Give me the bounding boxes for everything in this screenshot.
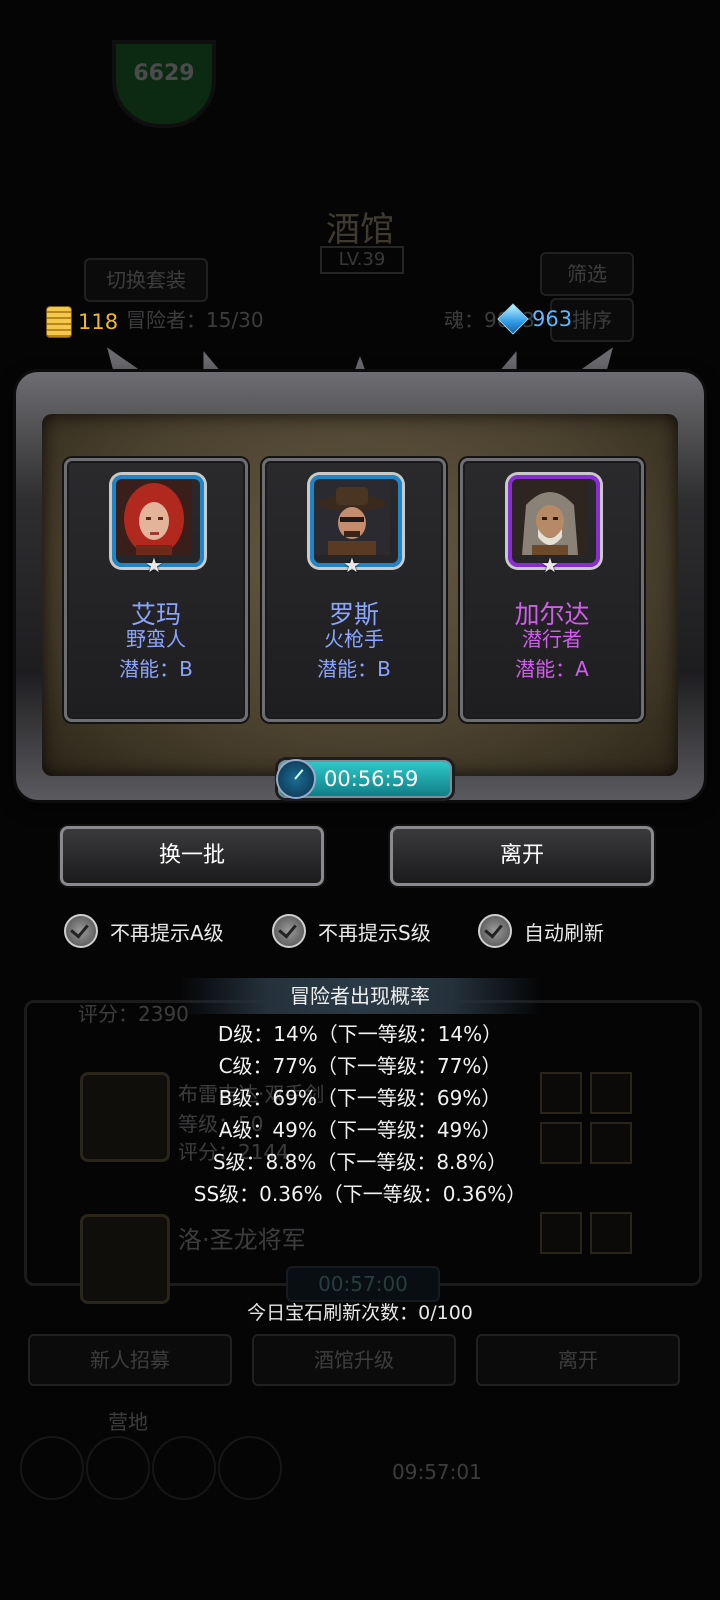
gem-display: 963: [497, 303, 573, 335]
recruit-dialog: ★ 艾玛 野蛮人 潜能：B ★ 罗斯 火枪手 潜能：B ★ 加尔达 潜行者 潜能…: [16, 339, 704, 800]
probability-line-a: A级：49%（下一等级：49%）: [218, 1118, 502, 1142]
checkbox-icon[interactable]: [272, 914, 306, 948]
star-icon: ★: [145, 553, 163, 577]
option-label: 自动刷新: [524, 920, 604, 945]
background-adventurer-count: 冒险者：15/30: [126, 308, 264, 332]
background-nav-icon: [20, 1436, 84, 1500]
game-screen: 6629 酒馆 LV.39 切换套装 筛选 冒险者：15/30 魂：9093 排…: [0, 0, 720, 1600]
leave-button[interactable]: 离开: [390, 826, 654, 886]
background-nav-icon: [152, 1436, 216, 1500]
hero-class-2: 火枪手: [324, 627, 384, 651]
gold-display: 118: [46, 306, 118, 338]
background-skill-slot: [590, 1212, 632, 1254]
background-power-badge: 6629: [112, 40, 216, 128]
probability-line-c: C级：77%（下一等级：77%）: [218, 1054, 502, 1078]
clock-icon: [276, 759, 316, 799]
background-skill-slot: [540, 1212, 582, 1254]
background-level: LV.39: [320, 246, 404, 274]
red-haired-woman-icon: [116, 479, 192, 555]
probability-line-ss: SS级：0.36%（下一等级：0.36%）: [193, 1182, 527, 1206]
background-bottom-timer: 09:57:01: [392, 1460, 482, 1484]
probability-line-s: S级：8.8%（下一等级：8.8%）: [212, 1150, 508, 1174]
background-switch-outfit-button: 切换套装: [84, 258, 208, 302]
refresh-timer-text: 00:56:59: [324, 767, 419, 791]
background-upgrade-button: 酒馆升级: [252, 1334, 456, 1386]
hero-potential-3: 潜能：A: [515, 657, 589, 681]
background-recruit-button: 新人招募: [28, 1334, 232, 1386]
checkbox-icon[interactable]: [478, 914, 512, 948]
background-bottom-label: 营地: [108, 1410, 148, 1434]
checkbox-icon[interactable]: [64, 914, 98, 948]
hero-card-2[interactable]: ★ 罗斯 火枪手 潜能：B: [262, 458, 446, 722]
hero-card-1[interactable]: ★ 艾玛 野蛮人 潜能：B: [64, 458, 248, 722]
gold-coin-icon: [46, 306, 72, 338]
probability-title: 冒险者出现概率: [180, 978, 540, 1014]
hero-class-1: 野蛮人: [126, 627, 186, 651]
background-leave-button: 离开: [476, 1334, 680, 1386]
refresh-batch-button[interactable]: 换一批: [60, 826, 324, 886]
hero-potential-1: 潜能：B: [119, 657, 193, 681]
background-timer: 00:57:00: [286, 1266, 440, 1302]
hooded-rogue-icon: [512, 479, 588, 555]
option-auto-refresh[interactable]: 自动刷新: [478, 914, 604, 948]
hero-potential-2: 潜能：B: [317, 657, 391, 681]
option-label: 不再提示S级: [318, 920, 431, 945]
star-icon: ★: [541, 553, 559, 577]
probability-list: D级：14%（下一等级：14%） C级：77%（下一等级：77%） B级：69%…: [0, 1018, 720, 1210]
gem-refresh-count: 今日宝石刷新次数：0/100: [247, 1302, 473, 1324]
background-row3-name: 洛·圣龙将军: [178, 1226, 306, 1254]
option-no-prompt-a[interactable]: 不再提示A级: [64, 914, 224, 948]
gem-amount: 963: [532, 307, 573, 331]
hero-class-3: 潜行者: [522, 627, 582, 651]
background-nav-icon: [218, 1436, 282, 1500]
background-portrait: [80, 1214, 170, 1304]
probability-line-d: D级：14%（下一等级：14%）: [217, 1022, 503, 1046]
background-nav-icon: [86, 1436, 150, 1500]
background-filter-button: 筛选: [540, 252, 634, 296]
option-no-prompt-s[interactable]: 不再提示S级: [272, 914, 431, 948]
gem-icon: [497, 303, 529, 335]
hero-card-3[interactable]: ★ 加尔达 潜行者 潜能：A: [460, 458, 644, 722]
refresh-timer: 00:56:59: [276, 759, 452, 799]
probability-line-b: B级：69%（下一等级：69%）: [218, 1086, 502, 1110]
background-tavern-screen: 6629 酒馆 LV.39 切换套装 筛选 冒险者：15/30 魂：9093 排…: [0, 0, 720, 1600]
star-icon: ★: [343, 553, 361, 577]
gunslinger-hat-icon: [314, 479, 390, 555]
gold-amount: 118: [78, 310, 119, 334]
background-title: 酒馆: [326, 210, 394, 250]
option-label: 不再提示A级: [110, 920, 224, 945]
